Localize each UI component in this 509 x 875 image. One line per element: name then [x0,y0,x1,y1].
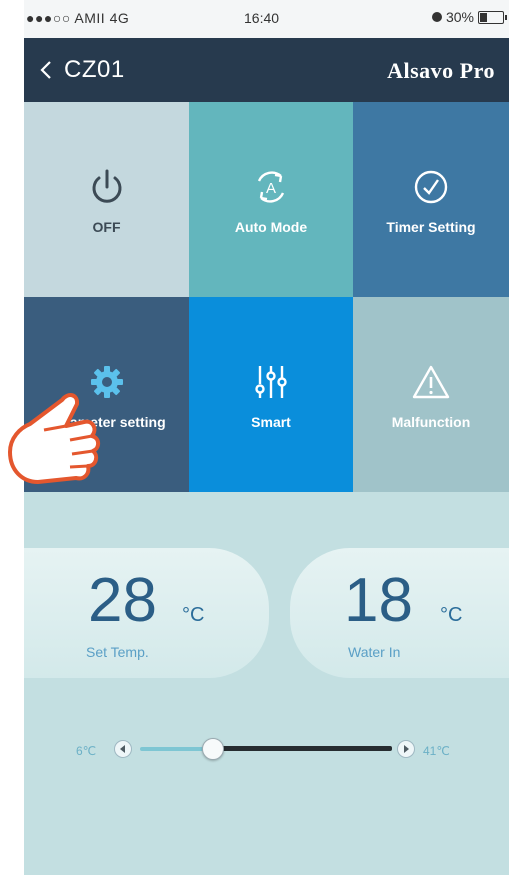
warning-icon [412,365,450,399]
tile-label: Timer Setting [386,219,476,235]
set-temp-value: 28 [88,566,157,635]
brand-title: Alsavo Pro [387,58,495,83]
slider-max-label: 41℃ [423,744,450,758]
carrier-signal: ●●●○○ AMII 4G [26,10,130,26]
chevron-left-icon [40,61,51,79]
tile-label: Malfunction [391,414,471,430]
tile-timer-setting[interactable]: Timer Setting [353,102,509,297]
triangle-right-icon [404,745,409,753]
auto-mode-icon: A [257,171,285,203]
back-button[interactable]: CZ01 [40,56,125,84]
water-in-unit: °C [440,604,463,626]
app-screen: ●●●○○ AMII 4G 16:40 30% CZ01 Alsavo Pro … [24,0,509,875]
function-grid: OFF A Auto Mode Timer Setting Parameter … [24,102,509,492]
decrease-temp-button[interactable] [114,740,132,758]
tile-label: OFF [92,219,121,235]
battery-icon [478,10,504,24]
water-in-value: 18 [344,566,413,635]
power-icon [92,169,121,203]
status-time: 16:40 [244,10,280,26]
svg-text:A: A [266,180,276,197]
battery-percent: 30% [445,9,474,25]
water-in-label: Water In [348,644,401,660]
slider-min-label: 6℃ [76,744,97,758]
slider-thumb[interactable] [202,738,224,760]
tile-power-off[interactable]: OFF [24,102,189,297]
set-temp-card[interactable]: 28 °C Set Temp. [24,548,269,678]
slider-track [212,746,392,751]
tile-parameter-setting[interactable]: Parameter setting [24,297,189,492]
tile-label: Parameter setting [47,414,166,430]
water-in-card: 18 °C Water In [290,548,509,678]
tile-label: Smart [251,414,291,430]
rotation-lock-icon [431,12,442,22]
clock-icon [414,170,448,204]
temperature-slider[interactable]: 6℃ 41℃ [24,738,509,768]
nav-bar: CZ01 Alsavo Pro [24,38,509,102]
tile-auto-mode[interactable]: A Auto Mode [189,102,353,297]
increase-temp-button[interactable] [397,740,415,758]
device-name: CZ01 [64,56,125,83]
set-temp-unit: °C [182,604,205,626]
tile-malfunction[interactable]: Malfunction [353,297,509,492]
status-bar: ●●●○○ AMII 4G 16:40 30% [24,0,509,38]
tile-label: Auto Mode [234,219,308,235]
triangle-left-icon [120,745,125,753]
gear-icon [90,366,123,398]
battery-indicator: 30% [431,9,507,25]
set-temp-label: Set Temp. [86,644,149,660]
sliders-icon [255,366,287,398]
tile-smart[interactable]: Smart [189,297,353,492]
